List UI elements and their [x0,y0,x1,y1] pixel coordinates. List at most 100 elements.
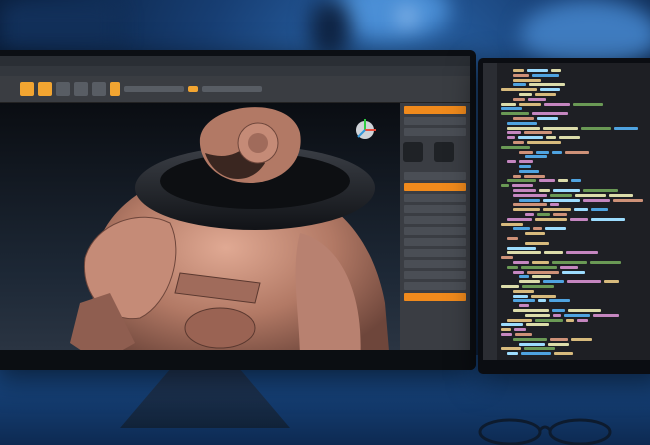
code-line [519,150,533,154]
code-line [501,328,511,332]
code-line [501,347,521,351]
code-line [524,347,555,351]
brush-icon[interactable] [20,82,34,96]
code-line [583,198,610,202]
code-line [525,241,549,245]
code-line [525,232,545,236]
panel-button[interactable] [404,238,466,246]
code-line [548,342,569,346]
right-monitor [478,58,650,374]
code-line [507,217,532,221]
code-line [552,309,565,312]
tool-thumbnail[interactable] [434,142,455,162]
panel-button[interactable] [404,205,466,213]
panel-button[interactable] [404,183,466,191]
panel-button[interactable] [404,282,466,290]
panel-button[interactable] [404,249,466,257]
code-line [581,126,611,130]
panel-button[interactable] [404,172,466,180]
code-line [524,131,552,135]
panel-button[interactable] [404,117,466,125]
code-line [513,208,540,212]
code-line [539,189,550,192]
code-line [532,112,568,116]
code-editor-screen [483,63,650,360]
code-line [513,141,524,144]
code-line [554,352,573,356]
code-line [551,69,561,72]
slider[interactable] [124,86,184,92]
code-line [538,299,546,303]
code-line [537,117,558,120]
code-line [501,102,516,106]
code-line [513,227,530,231]
tool-thumbnail[interactable] [403,142,423,162]
code-line [507,246,536,250]
code-line [513,261,529,264]
scale-icon[interactable] [56,82,70,96]
code-line [540,88,560,92]
draw-icon[interactable] [92,82,106,96]
code-line [501,88,537,92]
axis-gizmo-icon[interactable] [352,117,378,143]
code-line [521,265,557,269]
code-line [544,251,563,255]
panel-button[interactable] [404,260,466,268]
code-line [535,318,563,322]
code-line [519,102,541,106]
code-line [513,189,536,192]
code-line [533,227,542,231]
code-line [529,83,565,87]
code-line [550,193,572,197]
code-line [521,352,551,356]
code-line [507,131,521,135]
background-light [400,10,414,24]
code-line [501,256,513,260]
tool-panel [400,103,470,350]
code-line [525,155,547,159]
panel-button[interactable] [404,194,466,202]
slider[interactable] [202,86,262,92]
code-line [515,333,532,336]
panel-button[interactable] [404,271,466,279]
panel-button[interactable] [404,216,466,224]
code-line [501,112,529,116]
sculpt-viewport[interactable] [0,103,400,350]
code-line [507,126,540,130]
code-line [544,102,570,106]
move-icon[interactable] [38,82,52,96]
code-line [568,309,601,312]
code-line [526,323,549,327]
sculpted-figure [70,107,389,350]
material-icon[interactable] [110,82,120,96]
eyeglasses [478,418,612,445]
monitor-bezel [0,350,476,370]
code-line [562,270,585,274]
panel-button[interactable] [404,293,466,301]
code-line [575,193,606,197]
code-line [513,69,524,72]
code-line [513,97,525,101]
code-line [513,174,521,178]
code-line [532,261,549,264]
code-line [549,299,570,303]
code-line [513,83,526,87]
code-line [513,289,534,293]
code-line [528,97,546,101]
code-line [513,78,541,82]
code-line [513,299,535,303]
background-person [310,0,350,55]
code-line [604,280,619,284]
panel-button[interactable] [404,128,466,136]
code-line [539,179,555,183]
left-monitor-screen [0,56,470,350]
panel-button[interactable] [404,106,466,114]
slider-handle[interactable] [188,86,198,92]
code-line [552,261,587,264]
code-line [519,342,545,346]
code-line [553,213,567,216]
code-line [507,136,515,140]
panel-button[interactable] [404,227,466,235]
code-line [513,73,529,77]
rotate-icon[interactable] [74,82,88,96]
